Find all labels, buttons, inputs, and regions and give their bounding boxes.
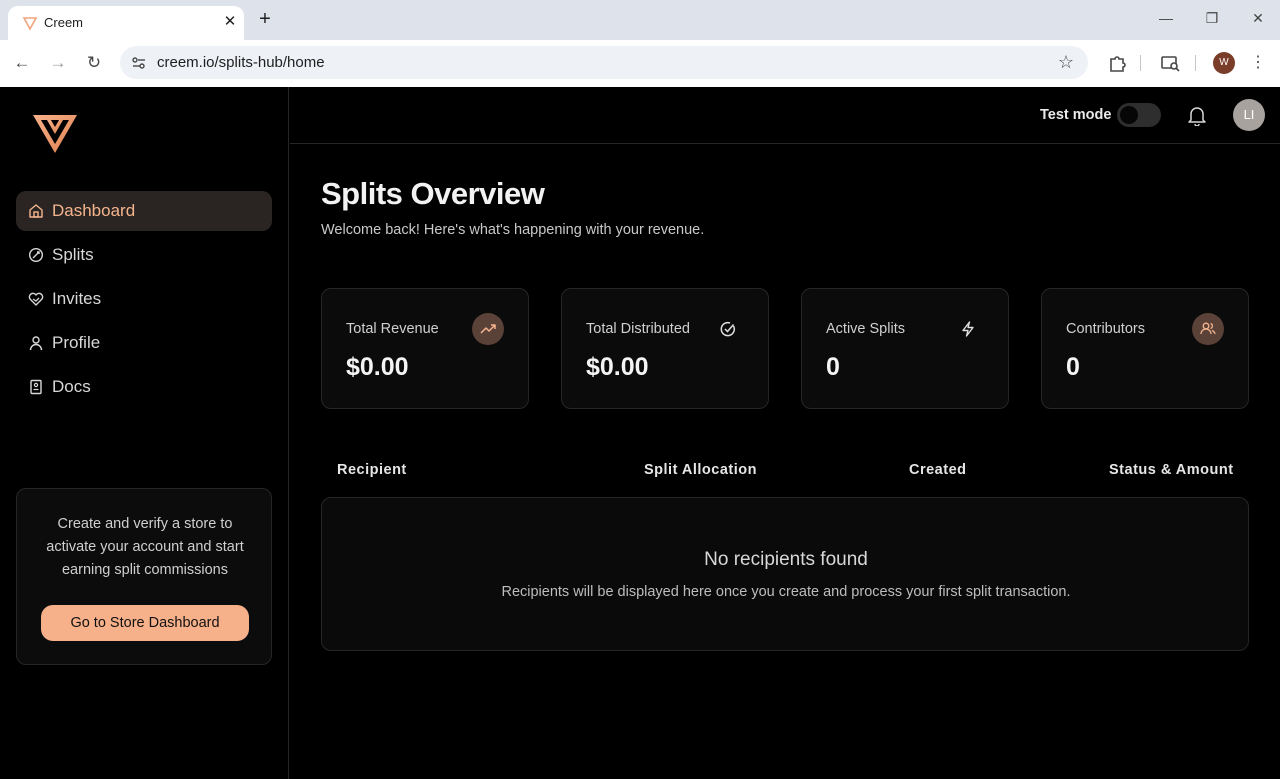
restore-icon[interactable]: ❐ <box>1202 8 1222 28</box>
tab-title: Creem <box>44 15 84 30</box>
extensions-icon[interactable] <box>1106 52 1128 74</box>
sidebar-item-label: Splits <box>52 245 94 264</box>
users-icon <box>1192 313 1224 345</box>
sidebar-item-label: Profile <box>52 333 101 352</box>
window-close-icon[interactable]: ✕ <box>1248 8 1268 28</box>
recipients-empty-state: No recipients found Recipients will be d… <box>321 497 1249 651</box>
stat-value: 0 <box>826 353 840 381</box>
user-icon <box>29 336 43 351</box>
creem-logo-icon[interactable] <box>32 113 78 155</box>
test-mode-label: Test mode <box>1040 107 1112 123</box>
stat-card-total-distributed: Total Distributed $0.00 <box>561 288 769 409</box>
url-text: creem.io/splits-hub/home <box>157 54 325 71</box>
column-header-recipient[interactable]: Recipient <box>337 462 407 478</box>
stat-value: $0.00 <box>346 353 409 381</box>
check-circle-icon <box>720 321 735 337</box>
forward-icon[interactable]: → <box>47 52 69 74</box>
bell-icon[interactable] <box>1186 104 1208 126</box>
browser-profile-avatar[interactable]: W <box>1213 52 1235 74</box>
page-subtitle: Welcome back! Here's what's happening wi… <box>321 222 705 238</box>
column-header-status-amount[interactable]: Status & Amount <box>1109 462 1234 478</box>
home-icon <box>29 204 43 218</box>
back-icon[interactable]: ← <box>11 52 33 74</box>
stat-label: Contributors <box>1066 321 1145 337</box>
stat-value: 0 <box>1066 353 1080 381</box>
stat-label: Total Distributed <box>586 321 690 337</box>
bookmark-star-icon[interactable]: ☆ <box>1058 52 1074 73</box>
stat-value: $0.00 <box>586 353 649 381</box>
sidebar: Dashboard Splits Invites Profile Docs Cr… <box>0 87 289 779</box>
go-to-store-dashboard-button[interactable]: Go to Store Dashboard <box>41 605 249 641</box>
stat-card-total-revenue: Total Revenue $0.00 <box>321 288 529 409</box>
toolbar-separator <box>1195 55 1196 71</box>
column-header-created[interactable]: Created <box>909 462 967 478</box>
browser-tab[interactable]: Creem ✕ <box>8 6 244 40</box>
tab-strip: Creem ✕ + — ❐ ✕ <box>0 0 1280 40</box>
site-settings-icon[interactable] <box>130 54 148 72</box>
test-mode-toggle[interactable] <box>1117 103 1161 127</box>
reload-icon[interactable]: ↻ <box>83 52 105 74</box>
main-content: Splits Overview Welcome back! Here's wha… <box>290 144 1280 779</box>
minimize-icon[interactable]: — <box>1156 8 1176 28</box>
splits-icon <box>28 247 44 263</box>
stat-label: Total Revenue <box>346 321 439 337</box>
trending-up-icon <box>472 313 504 345</box>
topbar: Test mode LI <box>290 87 1280 144</box>
sidebar-item-splits[interactable]: Splits <box>16 235 272 275</box>
lightning-icon <box>962 321 974 337</box>
sidebar-item-dashboard[interactable]: Dashboard <box>16 191 272 231</box>
promo-text: Create and verify a store to activate yo… <box>46 516 244 578</box>
address-bar[interactable]: creem.io/splits-hub/home ☆ <box>120 46 1088 79</box>
new-tab-icon[interactable]: + <box>254 8 276 30</box>
stat-card-active-splits: Active Splits 0 <box>801 288 1009 409</box>
empty-state-text: Recipients will be displayed here once y… <box>501 584 1071 600</box>
sidebar-item-label: Docs <box>52 377 91 396</box>
search-tabs-icon[interactable] <box>1159 52 1181 74</box>
sidebar-item-label: Dashboard <box>52 201 136 220</box>
tab-close-icon[interactable]: ✕ <box>220 12 240 32</box>
page-title: Splits Overview <box>321 176 545 211</box>
sidebar-item-label: Invites <box>52 289 102 308</box>
column-header-split-allocation[interactable]: Split Allocation <box>644 462 757 478</box>
browser-menu-icon[interactable]: ⋮ <box>1250 52 1266 74</box>
sidebar-item-profile[interactable]: Profile <box>16 323 272 363</box>
stat-label: Active Splits <box>826 321 905 337</box>
toggle-knob <box>1120 106 1138 124</box>
creem-favicon-icon <box>22 17 38 31</box>
invites-icon <box>28 292 44 306</box>
user-avatar[interactable]: LI <box>1233 99 1265 131</box>
browser-chrome: Creem ✕ + — ❐ ✕ ← → ↻ creem.io/splits-hu… <box>0 0 1280 87</box>
toolbar-separator <box>1140 55 1141 71</box>
sidebar-item-invites[interactable]: Invites <box>16 279 272 319</box>
book-icon <box>30 379 42 395</box>
activation-promo-card: Create and verify a store to activate yo… <box>16 488 272 665</box>
empty-state-title: No recipients found <box>704 549 868 570</box>
stat-card-contributors: Contributors 0 <box>1041 288 1249 409</box>
browser-toolbar: ← → ↻ creem.io/splits-hub/home ☆ W ⋮ <box>0 40 1280 87</box>
sidebar-item-docs[interactable]: Docs <box>16 367 272 407</box>
app-root: Dashboard Splits Invites Profile Docs Cr… <box>0 87 1280 779</box>
